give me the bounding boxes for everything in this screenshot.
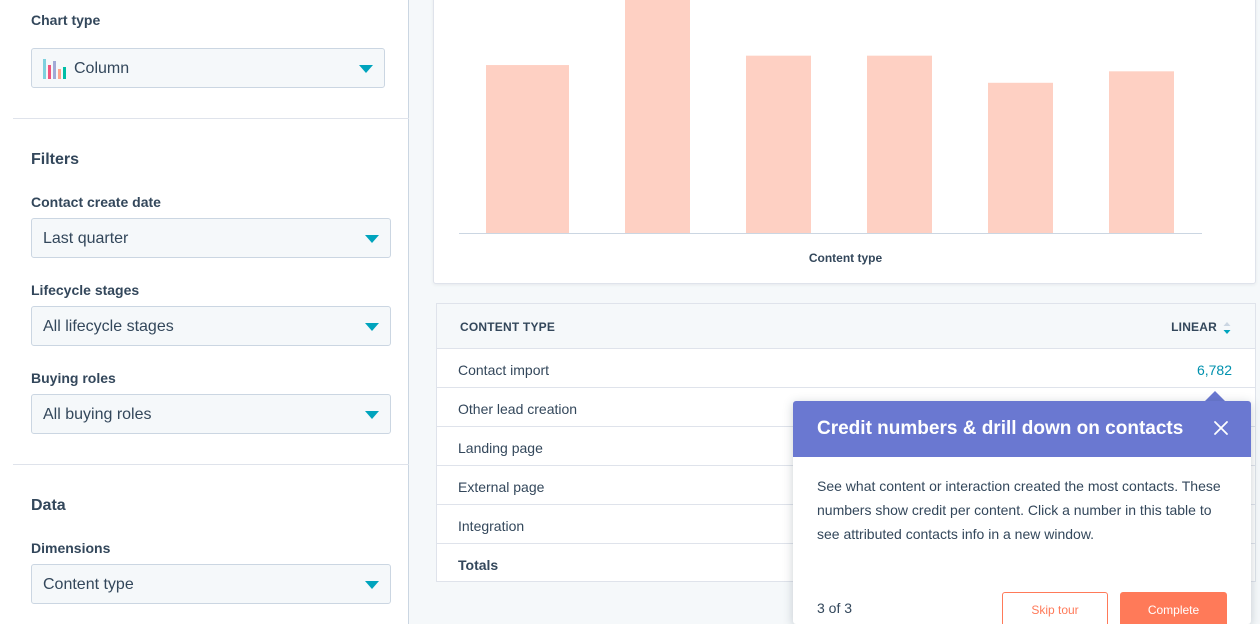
content-type-cell: Contact import xyxy=(458,362,550,378)
chart-bar[interactable] xyxy=(988,82,1053,233)
dimensions-value: Content type xyxy=(43,576,134,593)
chart-bar[interactable] xyxy=(746,55,811,233)
chart-bar[interactable] xyxy=(625,0,690,234)
tour-step-counter: 3 of 3 xyxy=(817,600,853,616)
content-type-cell: Integration xyxy=(458,518,525,534)
buying-roles-select[interactable]: All buying roles xyxy=(31,394,391,434)
lifecycle-stages-label: Lifecycle stages xyxy=(31,282,140,298)
linear-value-link[interactable]: 6,782 xyxy=(1197,362,1232,378)
table-header: CONTENT TYPE LINEAR xyxy=(437,304,1255,349)
contact-create-date-value: Last quarter xyxy=(43,230,129,247)
report-settings-sidebar: Chart type Column Filters Contact create… xyxy=(0,0,409,624)
chevron-down-icon xyxy=(365,411,379,419)
divider xyxy=(13,118,409,119)
popover-title: Credit numbers & drill down on contacts xyxy=(817,418,1184,439)
chevron-down-icon xyxy=(359,65,373,73)
column-header-linear[interactable]: LINEAR xyxy=(1171,320,1217,334)
chart-type-select[interactable]: Column xyxy=(31,48,385,88)
contact-create-date-label: Contact create date xyxy=(31,194,161,210)
chart-bar[interactable] xyxy=(1109,71,1174,233)
column-chart xyxy=(459,0,1202,234)
chart-type-label: Chart type xyxy=(31,12,101,28)
complete-button[interactable]: Complete xyxy=(1120,592,1227,624)
chart-bar[interactable] xyxy=(867,55,932,233)
chevron-down-icon xyxy=(365,323,379,331)
popover-body: See what content or interaction created … xyxy=(817,478,1221,542)
lifecycle-stages-select[interactable]: All lifecycle stages xyxy=(31,306,391,346)
totals-label: Totals xyxy=(458,557,499,573)
content-type-cell: External page xyxy=(458,479,545,495)
chart-x-axis-label: Content type xyxy=(808,251,883,265)
close-icon[interactable] xyxy=(1213,420,1229,436)
tour-popover: Credit numbers & drill down on contacts … xyxy=(793,401,1251,624)
chevron-down-icon xyxy=(365,235,379,243)
contact-create-date-select[interactable]: Last quarter xyxy=(31,218,391,258)
buying-roles-value: All buying roles xyxy=(43,406,152,423)
chart-card: Content type xyxy=(433,0,1256,284)
column-chart-icon xyxy=(43,59,66,79)
table-row: Contact import 6,782 xyxy=(437,349,1255,388)
column-header-content-type[interactable]: CONTENT TYPE xyxy=(460,320,555,334)
skip-tour-button[interactable]: Skip tour xyxy=(1002,592,1108,624)
chevron-down-icon xyxy=(365,581,379,589)
lifecycle-stages-value: All lifecycle stages xyxy=(43,318,174,335)
sort-icon[interactable] xyxy=(1223,321,1231,335)
buying-roles-label: Buying roles xyxy=(31,370,116,386)
dimensions-label: Dimensions xyxy=(31,540,111,556)
content-type-cell: Landing page xyxy=(458,440,543,456)
filters-title: Filters xyxy=(31,151,80,168)
data-title: Data xyxy=(31,497,66,514)
chart-bar[interactable] xyxy=(486,65,569,233)
divider xyxy=(13,464,409,465)
popover-header: Credit numbers & drill down on contacts xyxy=(793,401,1251,457)
chart-type-value: Column xyxy=(74,60,130,77)
content-type-cell: Other lead creation xyxy=(458,401,578,417)
dimensions-select[interactable]: Content type xyxy=(31,564,391,604)
